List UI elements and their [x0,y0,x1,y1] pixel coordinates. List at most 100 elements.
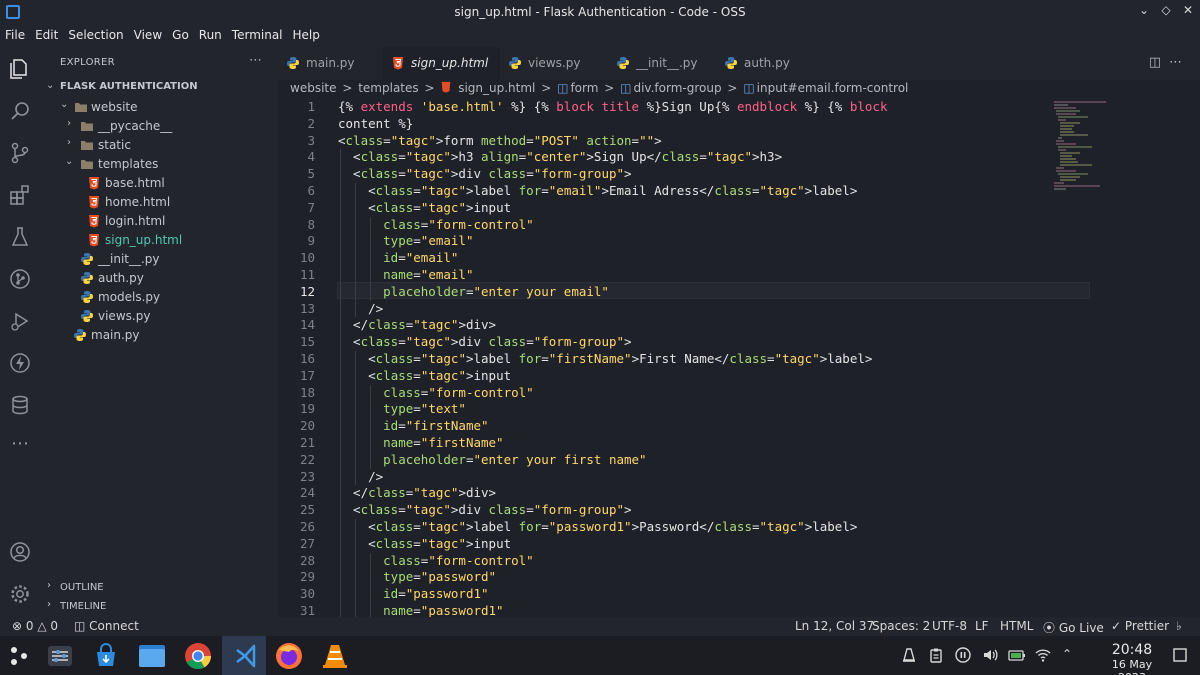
tray-expand-chevron-icon[interactable]: ⌃ [1059,647,1075,663]
cursor-position[interactable]: Ln 12, Col 37 [795,619,874,633]
line-number: 24 [299,485,315,501]
media-pause-icon[interactable] [955,647,971,663]
code-line: </class="tagc">div> [338,485,497,501]
tree-file-home-html[interactable]: home.html [40,193,278,212]
settings-icon[interactable] [8,582,32,606]
file-manager-icon[interactable] [136,640,168,672]
language-mode[interactable]: HTML [1000,619,1033,633]
menu-terminal[interactable]: Terminal [227,25,288,42]
menu-view[interactable]: View [129,25,167,42]
tree-file-sign-up-html[interactable]: sign_up.html [40,231,278,250]
minimap[interactable] [1054,100,1134,195]
close-icon[interactable]: ✕ [1180,3,1196,21]
timeline-section[interactable]: › TIMELINE [40,598,278,616]
show-desktop-icon[interactable] [1172,647,1188,663]
code-line: <class="tagc">label for="firstName">Firs… [338,351,873,366]
folder-icon [80,157,94,171]
account-icon[interactable] [8,540,32,564]
breadcrumb-item[interactable]: website [290,81,337,95]
cube-icon: ◫ [557,81,569,95]
warning-icon: △ [37,619,47,633]
prettier-status[interactable]: ✓ Prettier [1111,619,1169,633]
run-debug-icon[interactable] [8,309,32,333]
indent-guide [370,552,372,620]
encoding[interactable]: UTF-8 [932,619,967,633]
clock[interactable]: 20:48 16 May 2023 [1101,642,1163,675]
firefox-icon[interactable] [273,640,305,672]
menu-run[interactable]: Run [194,25,227,42]
tab-views-py[interactable]: views.py [500,47,608,80]
battery-icon[interactable] [1008,647,1026,663]
end-of-line[interactable]: LF [975,619,989,633]
line-number: 21 [299,435,315,450]
vlc-tray-icon[interactable] [901,647,917,663]
breadcrumb-item[interactable]: div.form-group [633,81,721,95]
tree-folder-website[interactable]: ⌄ website [40,98,278,117]
search-icon[interactable] [8,99,32,123]
chrome-icon[interactable] [182,640,214,672]
tree-file-views-py[interactable]: views.py [40,307,278,326]
breadcrumb-item[interactable]: sign_up.html [458,81,535,95]
menu-help[interactable]: Help [288,25,325,42]
code-line: <class="tagc">input [338,367,512,383]
go-live-button[interactable]: ⦿ Go Live [1043,619,1104,636]
minimize-chevron-icon[interactable]: ⌄ [1136,3,1152,21]
more-actions-icon[interactable]: ⋯ [1169,55,1190,70]
split-editor-icon[interactable]: ◫ [1149,55,1169,70]
maximize-diamond-icon[interactable]: ◇ [1158,3,1174,21]
tab-init-py[interactable]: __init__.py [608,47,716,80]
database-icon[interactable] [8,393,32,417]
problems-indicator[interactable]: ⊗ 0 △ 0 [12,619,58,633]
tab-auth-py[interactable]: auth.py [716,47,816,80]
tab-sign-up-html[interactable]: sign_up.html [383,47,500,80]
line-number: 16 [299,351,315,366]
indentation[interactable]: Spaces: 2 [872,619,930,633]
vlc-icon[interactable] [319,640,351,672]
testing-icon[interactable] [8,225,32,249]
tree-root[interactable]: ⌄ FLASK AUTHENTICATION [40,79,278,98]
menu-go[interactable]: Go [167,25,194,42]
breadcrumb-separator-icon: > [727,81,738,95]
remote-connect[interactable]: ◫ Connect [74,619,139,633]
code-editor[interactable]: 1 {% extends 'base.html' %} {% block titl… [278,98,1200,620]
clipboard-icon[interactable] [928,647,944,663]
tree-folder-static[interactable]: › static [40,136,278,155]
breadcrumb-item[interactable]: templates [358,81,418,95]
tree-folder-pycache[interactable]: › __pycache__ [40,117,278,136]
menu-selection[interactable]: Selection [63,25,128,42]
git-graph-icon[interactable] [8,267,32,291]
extensions-icon[interactable] [8,183,32,207]
system-settings-icon[interactable] [44,640,76,672]
breadcrumb-item[interactable]: form [570,81,598,95]
thunder-client-icon[interactable] [8,351,32,375]
tree-file-main-py[interactable]: main.py [40,326,278,345]
source-control-icon[interactable] [8,141,32,165]
tree-file-models-py[interactable]: models.py [40,288,278,307]
html5-icon [440,81,452,93]
line-number: 9 [307,233,315,249]
tree-file-init-py[interactable]: __init__.py [40,250,278,269]
discover-store-icon[interactable] [90,640,122,672]
line-number: 10 [299,250,315,266]
more-icon[interactable]: ⋯ [8,435,32,459]
tree-folder-templates[interactable]: ⌄ templates [40,155,278,174]
tab-main-py[interactable]: main.py [278,47,383,80]
chevron-right-icon: › [67,137,71,148]
vscode-icon[interactable] [222,636,266,675]
code-line: /> [338,300,384,316]
line-number: 4 [307,149,315,165]
notifications-bell-icon[interactable]: ♭ [1176,619,1182,633]
explorer-more-icon[interactable]: ⋯ [249,53,262,68]
app-launcher-icon[interactable] [4,640,36,672]
menu-edit[interactable]: Edit [30,25,63,42]
menu-file[interactable]: File [0,25,30,42]
html5-icon [87,195,101,209]
breadcrumb-item[interactable]: input#email.form-control [757,81,909,95]
tree-file-base-html[interactable]: base.html [40,174,278,193]
wifi-icon[interactable] [1035,647,1051,663]
outline-section[interactable]: › OUTLINE [40,579,278,597]
explorer-icon[interactable] [8,57,32,81]
tree-file-login-html[interactable]: login.html [40,212,278,231]
tree-file-auth-py[interactable]: auth.py [40,269,278,288]
volume-icon[interactable] [982,647,998,663]
